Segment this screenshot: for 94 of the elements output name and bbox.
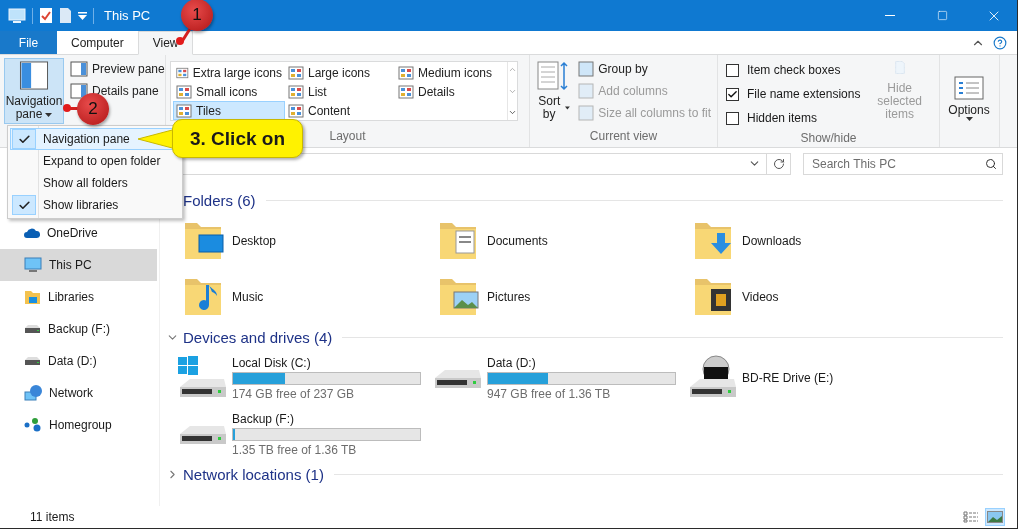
free-space-text: 947 GB free of 1.36 TB xyxy=(487,386,612,401)
layout-icon xyxy=(288,103,304,118)
menu-item[interactable]: Show libraries xyxy=(10,194,180,216)
layout-icon xyxy=(398,65,414,80)
globe-icon xyxy=(24,384,42,402)
refresh-icon xyxy=(772,157,785,170)
layout-icon xyxy=(288,84,304,99)
layout-icon xyxy=(398,84,414,99)
layout-option[interactable]: Content xyxy=(285,101,395,120)
drive-icon xyxy=(24,324,41,334)
pane-icon xyxy=(70,83,88,99)
scroll-up-icon[interactable] xyxy=(508,65,517,74)
layout-option[interactable]: Tiles xyxy=(173,101,285,120)
layout-icon xyxy=(288,65,304,80)
folder-name[interactable]: Music xyxy=(232,290,264,304)
search-field[interactable]: Search This PC xyxy=(803,152,1003,175)
caret-icon xyxy=(45,112,53,117)
layout-option[interactable]: Extra large icons xyxy=(173,63,285,82)
drive-icon xyxy=(24,356,41,366)
menu-item[interactable]: Show all folders xyxy=(10,172,180,194)
group-label: Current view xyxy=(589,129,658,143)
sidebar-item[interactable]: Libraries xyxy=(0,281,157,313)
minimize-icon xyxy=(885,15,895,16)
drive-icon xyxy=(178,425,228,445)
checkbox-option[interactable]: Item check boxes xyxy=(722,59,861,81)
checkbox-option[interactable]: File name extensions xyxy=(722,83,861,105)
pane-toggle-button[interactable]: Preview pane xyxy=(68,59,167,79)
layout-icon xyxy=(176,103,192,118)
checklist-icon[interactable] xyxy=(39,7,53,24)
sort-by-button[interactable]: Sort by xyxy=(534,58,573,124)
folder-name[interactable]: Pictures xyxy=(487,290,531,304)
group-heading[interactable]: Network locations (1) xyxy=(183,465,324,483)
folder-name[interactable]: Downloads xyxy=(742,234,802,248)
sidebar-item[interactable]: Network xyxy=(0,377,157,409)
group-label: Layout xyxy=(329,129,366,143)
drive-name[interactable]: Backup (F:) xyxy=(232,411,421,426)
maximize-icon xyxy=(936,10,948,21)
layout-option[interactable]: Large icons xyxy=(285,63,395,82)
group-heading[interactable]: Folders (6) xyxy=(183,191,256,209)
sidebar-item[interactable]: OneDrive xyxy=(0,217,157,249)
monitor-icon xyxy=(8,7,26,24)
view-command-button[interactable]: Group by xyxy=(576,59,713,79)
sidebar-item[interactable]: This PC xyxy=(0,249,157,281)
layout-icon xyxy=(176,65,189,80)
document-icon[interactable] xyxy=(59,7,72,24)
drive-name[interactable]: Local Disk (C:) xyxy=(232,355,421,370)
group-label: Show/hide xyxy=(800,131,857,145)
caret-icon xyxy=(565,106,571,110)
checkbox[interactable] xyxy=(726,87,739,101)
sort-icon xyxy=(537,61,570,91)
layout-option[interactable]: Medium icons xyxy=(395,63,505,82)
drive-name[interactable]: BD-RE Drive (E:) xyxy=(742,371,834,385)
pane-icon xyxy=(70,61,88,77)
checkbox[interactable] xyxy=(726,111,739,125)
sidebar-item[interactable]: Data (D:) xyxy=(0,345,157,377)
help-icon[interactable] xyxy=(993,35,1007,50)
item-count: 11 items xyxy=(30,510,76,524)
layout-option[interactable]: Details xyxy=(395,82,505,101)
layout-option[interactable]: List xyxy=(285,82,395,101)
group-heading[interactable]: Devices and drives (4) xyxy=(183,328,333,346)
drive-icon xyxy=(433,369,483,389)
cloud-icon xyxy=(24,227,40,239)
columns-icon xyxy=(578,83,595,99)
columns-icon xyxy=(578,105,595,121)
ribbon-tab[interactable]: Computer xyxy=(57,31,138,54)
folder-name[interactable]: Documents xyxy=(487,234,548,248)
window-title: This PC xyxy=(104,8,151,23)
navigation-pane-button[interactable]: Navigation pane xyxy=(4,58,64,124)
free-space-text: 1.35 TB free of 1.36 TB xyxy=(232,442,358,457)
details-view-button[interactable] xyxy=(961,508,981,526)
layout-icon xyxy=(176,84,192,99)
checkbox[interactable] xyxy=(726,63,739,77)
caret-icon xyxy=(965,117,973,121)
search-icon xyxy=(985,157,997,170)
monitor-icon xyxy=(24,257,42,273)
pointer-dot xyxy=(63,104,71,112)
library-folder-icon xyxy=(24,289,41,305)
checkbox-option[interactable]: Hidden items xyxy=(722,107,861,129)
ribbon-tab[interactable]: File xyxy=(0,31,57,54)
folder-name[interactable]: Videos xyxy=(742,290,779,304)
expand-gallery-icon[interactable] xyxy=(508,108,517,117)
columns-icon xyxy=(578,61,595,77)
options-button[interactable]: Options xyxy=(944,58,994,124)
sidebar-item[interactable]: Backup (F:) xyxy=(0,313,157,345)
caret-icon[interactable] xyxy=(78,11,87,20)
large-icons-view-button[interactable] xyxy=(985,508,1005,526)
layout-option[interactable]: Small icons xyxy=(173,82,285,101)
sidebar-item[interactable]: Homegroup xyxy=(0,409,157,441)
folder-name[interactable]: Desktop xyxy=(232,234,277,248)
homegroup-icon xyxy=(24,417,42,433)
pane-icon xyxy=(19,61,49,90)
options-icon xyxy=(954,76,984,100)
free-space-text: 174 GB free of 237 GB xyxy=(232,386,356,401)
drive-name[interactable]: Data (D:) xyxy=(487,355,676,370)
